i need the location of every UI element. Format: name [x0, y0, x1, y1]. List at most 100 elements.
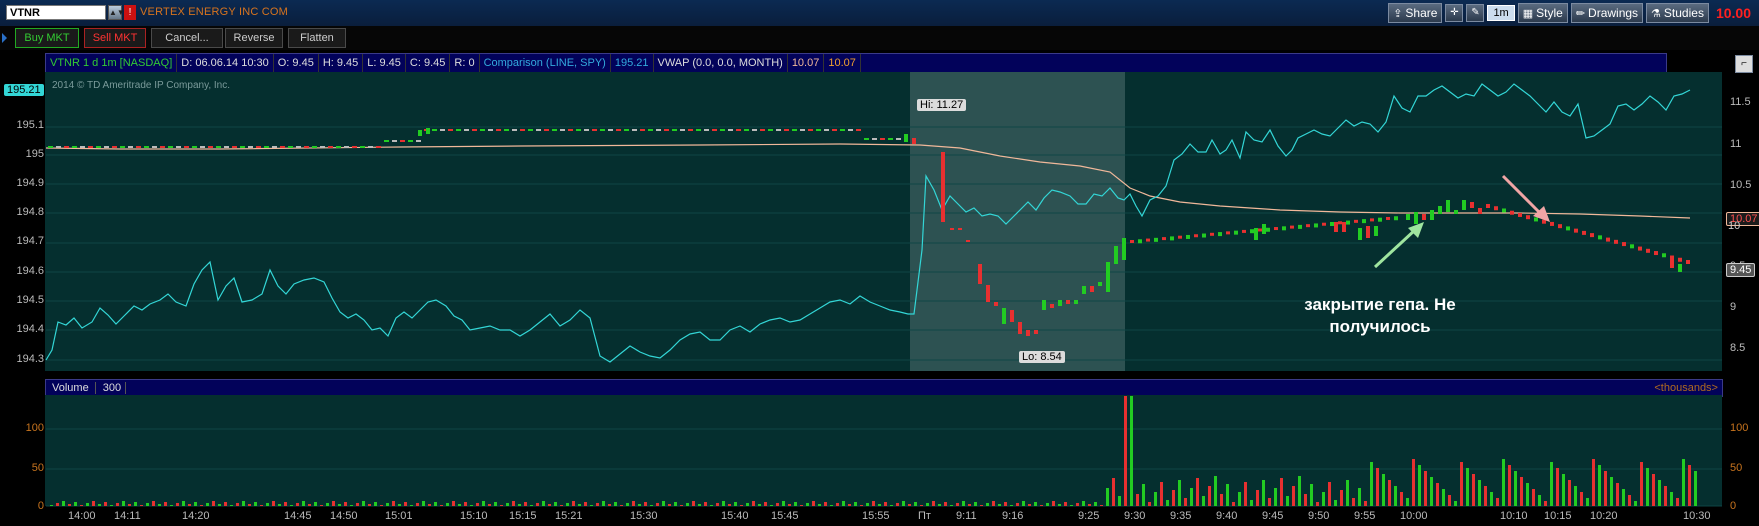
volume-bar — [68, 504, 71, 506]
candle — [1122, 238, 1126, 260]
candle — [1330, 222, 1334, 226]
volume-bar — [1646, 468, 1649, 506]
volume-bar — [818, 504, 821, 506]
volume-bar — [500, 505, 503, 506]
x-axis-label: 15:10 — [460, 510, 488, 522]
candle-dash — [808, 129, 813, 131]
volume-bar — [104, 502, 107, 506]
volume-bar — [554, 502, 557, 506]
volume-bar — [1064, 502, 1067, 506]
volume-bar — [374, 502, 377, 506]
candle — [1678, 264, 1682, 272]
candle — [1370, 218, 1374, 222]
volume-bar — [728, 504, 731, 506]
volume-bar — [1040, 505, 1043, 506]
volume-bar — [242, 501, 245, 506]
volume-bar — [1052, 501, 1055, 506]
candle — [1254, 228, 1258, 240]
candle — [912, 138, 916, 144]
volume-bar — [1058, 504, 1061, 506]
candle-dash — [664, 129, 669, 131]
candle — [1422, 214, 1426, 220]
x-axis-label: 15:45 — [771, 510, 799, 522]
volume-bar — [92, 501, 95, 506]
candle — [1366, 226, 1370, 238]
candle-dash — [592, 129, 597, 131]
volume-bar — [1406, 498, 1409, 506]
x-axis-label: 14:11 — [114, 510, 141, 522]
volume-bar — [1298, 476, 1301, 506]
volume-bar — [1172, 490, 1175, 506]
volume-bar — [1028, 504, 1031, 506]
low-marker: Lo: 8.54 — [1019, 351, 1065, 363]
candle — [1250, 229, 1254, 234]
candle-dash — [560, 129, 565, 131]
candle — [1042, 300, 1046, 310]
volume-bar — [1022, 501, 1025, 506]
x-axis-label: 15:21 — [555, 510, 583, 522]
volume-bar — [740, 505, 743, 506]
candle-dash — [616, 129, 621, 131]
volume-bar — [362, 501, 365, 506]
volume-bar — [1472, 474, 1475, 506]
volume-bar — [1100, 505, 1103, 506]
candle-dash — [64, 146, 69, 148]
volume-bar — [1508, 465, 1511, 506]
volume-bar — [122, 501, 125, 506]
candle — [1358, 228, 1362, 240]
volume-bar — [470, 505, 473, 506]
candle — [958, 228, 962, 230]
volume-bar — [1130, 396, 1133, 506]
candle-dash — [296, 146, 301, 148]
volume-bar — [530, 505, 533, 506]
volume-bar — [1538, 495, 1541, 506]
volume-bar — [1070, 505, 1073, 506]
candle — [1502, 208, 1506, 213]
candle — [1178, 235, 1182, 239]
volume-bar — [1004, 502, 1007, 506]
candle — [1454, 210, 1458, 214]
candle-dash — [88, 146, 93, 148]
candle-dash — [568, 129, 573, 131]
volume-bar — [860, 505, 863, 506]
volume-bar — [1358, 488, 1361, 506]
volume-bar — [1256, 490, 1259, 506]
candle-dash — [232, 146, 237, 148]
candle — [950, 228, 954, 230]
candle-dash — [624, 129, 629, 131]
volume-bar — [1322, 492, 1325, 506]
candle — [1034, 330, 1038, 334]
volume-bar — [1556, 468, 1559, 506]
volume-bar — [1034, 502, 1037, 506]
volume-right-label: 100 — [1730, 422, 1749, 434]
volume-bar — [674, 502, 677, 506]
volume-bar — [1544, 501, 1547, 506]
x-axis-label: 9:11 — [956, 510, 977, 522]
volume-bar — [1418, 465, 1421, 506]
volume-bar — [746, 503, 749, 506]
volume-bar — [1436, 483, 1439, 506]
x-axis-label: 9:25 — [1078, 510, 1100, 522]
volume-bar — [1430, 477, 1433, 506]
volume-bar — [824, 502, 827, 506]
x-axis-label: 9:16 — [1002, 510, 1024, 522]
candle — [1598, 235, 1602, 240]
candle-dash — [72, 146, 77, 148]
volume-bar — [392, 501, 395, 506]
volume-bar — [1664, 486, 1667, 506]
candle-dash — [152, 146, 157, 148]
volume-bar — [1094, 502, 1097, 506]
volume-bar — [128, 504, 131, 506]
left-axis-label: 194.4 — [16, 323, 44, 335]
volume-bar — [188, 504, 191, 506]
volume-bar — [1208, 486, 1211, 506]
volume-bar — [644, 502, 647, 506]
volume-bar — [1082, 501, 1085, 506]
volume-bar — [980, 505, 983, 506]
candle-dash — [328, 146, 333, 148]
volume-bar — [884, 502, 887, 506]
candle-dash — [408, 140, 413, 142]
volume-bar — [1202, 496, 1205, 506]
candle — [1154, 237, 1158, 242]
candle — [1018, 322, 1022, 334]
